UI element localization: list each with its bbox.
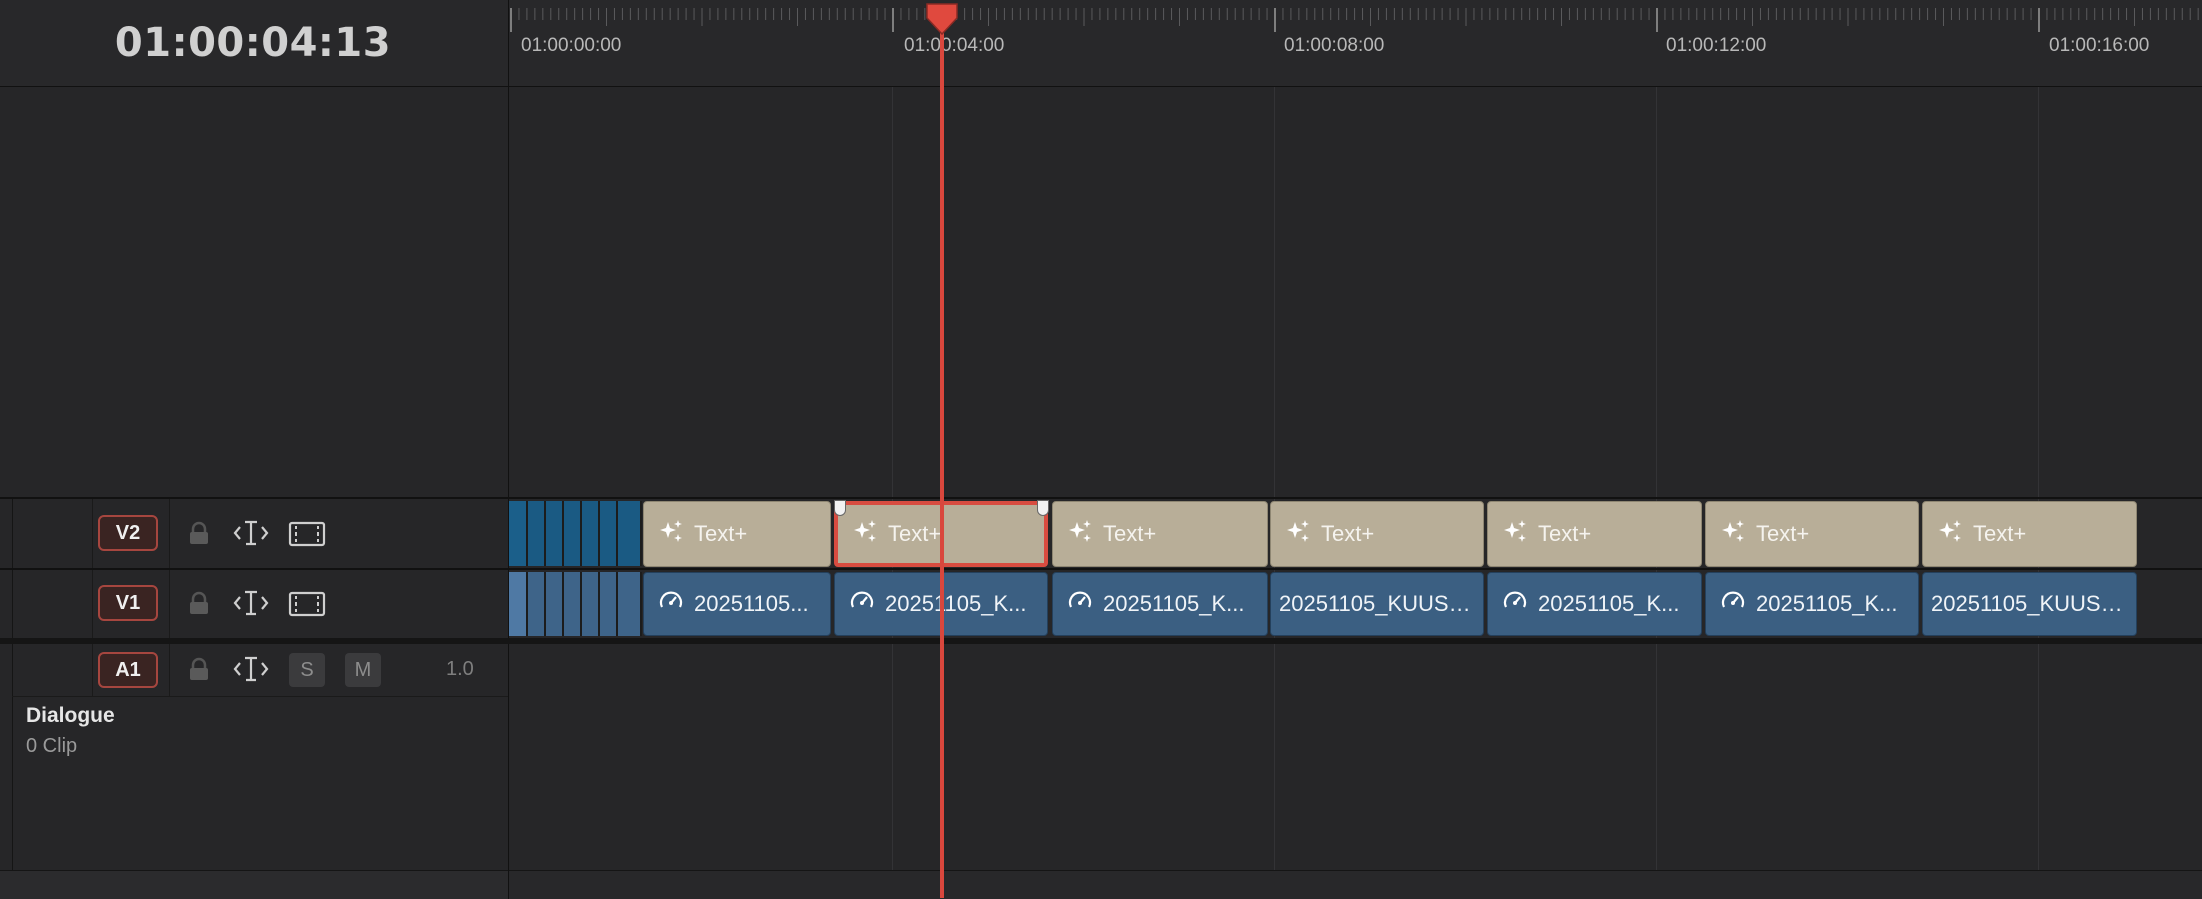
title-clip-label: Text+ xyxy=(1321,521,1375,546)
video-clip-label: 20251105_K... xyxy=(1538,591,1680,616)
video-clip[interactable]: 20251105_K... xyxy=(1487,572,1702,636)
auto-select-icon[interactable] xyxy=(233,655,269,687)
title-clip[interactable]: Text+ xyxy=(1922,501,2137,567)
left-footer xyxy=(0,870,509,899)
title-clip[interactable]: Text+ xyxy=(1052,501,1268,567)
ruler-label: 01:00:12:00 xyxy=(1666,35,1767,56)
title-clip-label: Text+ xyxy=(1103,521,1157,546)
small-clip[interactable] xyxy=(582,572,600,636)
speedometer-icon xyxy=(1720,588,1746,620)
title-clip[interactable]: Text+ xyxy=(1705,501,1919,567)
video-clip-label: 20251105_KUUS_... xyxy=(1931,591,2132,616)
title-clip-label: Text+ xyxy=(888,521,942,546)
video-clip[interactable]: 20251105_K... xyxy=(1705,572,1919,636)
lock-icon[interactable] xyxy=(186,521,212,551)
small-clip[interactable] xyxy=(564,572,582,636)
playhead-line[interactable] xyxy=(940,10,944,898)
track-label-v2[interactable]: V2 xyxy=(98,515,158,551)
speedometer-icon xyxy=(1502,588,1528,620)
sparkle-icon xyxy=(1937,518,1963,550)
film-strip-icon[interactable] xyxy=(288,521,326,551)
audio-track-name[interactable]: Dialogue xyxy=(26,704,115,728)
trim-handle-right[interactable] xyxy=(1037,500,1049,516)
speedometer-icon xyxy=(1067,588,1093,620)
ruler-label: 01:00:04:00 xyxy=(904,35,1005,56)
track-label-v1[interactable]: V1 xyxy=(98,585,158,621)
small-clip[interactable] xyxy=(618,501,642,566)
sparkle-icon xyxy=(1285,518,1311,550)
trim-handle-left[interactable] xyxy=(834,500,846,516)
speedometer-icon xyxy=(849,588,875,620)
small-clip[interactable] xyxy=(600,501,618,566)
small-clip[interactable] xyxy=(546,572,564,636)
film-strip-icon[interactable] xyxy=(288,591,326,621)
video-clip[interactable]: 20251105... xyxy=(643,572,831,636)
small-clip[interactable] xyxy=(564,501,582,566)
audio-clip-count: 0 Clip xyxy=(26,735,78,757)
title-clip[interactable]: Text+ xyxy=(1270,501,1484,567)
left-panel-empty xyxy=(0,87,509,497)
track-header-v2[interactable]: V2 xyxy=(0,499,509,568)
ruler-label: 01:00:16:00 xyxy=(2049,35,2150,56)
auto-select-icon[interactable] xyxy=(233,589,269,621)
small-clip[interactable] xyxy=(600,572,618,636)
grid-line xyxy=(892,87,893,898)
mute-button[interactable]: M xyxy=(345,653,381,687)
small-clip[interactable] xyxy=(509,572,528,636)
grid-line xyxy=(1274,87,1275,898)
video-clip-label: 20251105_KUUS_... xyxy=(1279,591,1480,616)
track-gutter xyxy=(0,570,13,638)
track-label-a1[interactable]: A1 xyxy=(98,652,158,688)
ruler-label: 01:00:00:00 xyxy=(521,35,622,56)
video-clip-label: 20251105_K... xyxy=(1756,591,1898,616)
small-clip[interactable] xyxy=(582,501,600,566)
video-clip-label: 20251105_K... xyxy=(885,591,1027,616)
small-clip[interactable] xyxy=(618,572,642,636)
playhead-handle-icon[interactable] xyxy=(924,2,960,36)
sparkle-icon xyxy=(658,518,684,550)
timeline-ruler[interactable]: 01:00:00:00 01:00:04:00 01:00:08:00 01:0… xyxy=(509,0,2202,87)
title-clip-label: Text+ xyxy=(1538,521,1592,546)
sparkle-icon xyxy=(1502,518,1528,550)
speedometer-icon xyxy=(658,588,684,620)
title-clip-label: Text+ xyxy=(694,521,748,546)
small-clip[interactable] xyxy=(509,501,528,566)
audio-volume[interactable]: 1.0 xyxy=(446,658,474,681)
video-clip-label: 20251105_K... xyxy=(1103,591,1245,616)
lock-icon[interactable] xyxy=(186,591,212,621)
title-clip-label: Text+ xyxy=(1973,521,2027,546)
sparkle-icon xyxy=(1720,518,1746,550)
sparkle-icon xyxy=(1067,518,1093,550)
title-clip[interactable]: Text+ xyxy=(1487,501,1702,567)
grid-line xyxy=(2038,87,2039,898)
timecode-display[interactable]: 01:00:04:13 xyxy=(115,20,391,66)
small-clip[interactable] xyxy=(528,501,546,566)
video-clip[interactable]: 20251105_K... xyxy=(1052,572,1268,636)
timeline-footer xyxy=(509,870,2202,899)
video-clip[interactable]: 20251105_KUUS_... xyxy=(1922,572,2137,636)
video-clip[interactable]: 20251105_KUUS_... xyxy=(1270,572,1484,636)
ruler-label: 01:00:08:00 xyxy=(1284,35,1385,56)
track-header-a1[interactable]: A1 S M 1.0 Dialogue 0 Clip xyxy=(0,644,509,870)
title-clip-label: Text+ xyxy=(1756,521,1810,546)
track-gutter xyxy=(0,499,13,568)
lock-icon[interactable] xyxy=(186,657,212,687)
sparkle-icon xyxy=(852,518,878,550)
timeline-area[interactable] xyxy=(509,87,2202,898)
small-clip[interactable] xyxy=(546,501,564,566)
auto-select-icon[interactable] xyxy=(233,519,269,551)
timecode-panel: 01:00:04:13 xyxy=(0,0,509,87)
video-clip-label: 20251105... xyxy=(694,591,809,616)
track-header-v1[interactable]: V1 xyxy=(0,570,509,638)
small-clip[interactable] xyxy=(528,572,546,636)
title-clip[interactable]: Text+ xyxy=(643,501,831,567)
solo-button[interactable]: S xyxy=(289,653,325,687)
grid-line xyxy=(1656,87,1657,898)
